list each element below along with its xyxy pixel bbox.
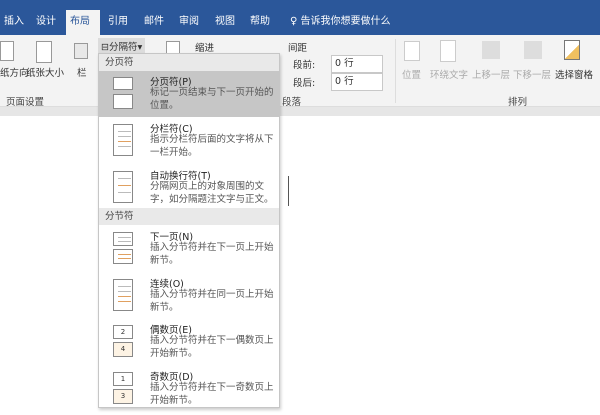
spacing-before-input[interactable]: 0 行 — [331, 55, 383, 73]
menu-item-continuous[interactable]: 连续(O) 插入分节符并在同一页上开始新节。 — [99, 273, 279, 319]
selection-pane-button[interactable]: 选择窗格 — [555, 67, 593, 81]
lightbulb-icon: ♀ — [290, 16, 298, 27]
tab-review[interactable]: 审阅 — [175, 10, 203, 35]
menu-item-even-page[interactable]: 24 偶数页(E) 插入分节符并在下一偶数页上开始新节。 — [99, 319, 279, 365]
bring-forward-button[interactable]: 上移一层 — [472, 67, 510, 81]
odd-page-icon: 13 — [111, 372, 135, 404]
even-page-icon: 24 — [111, 325, 135, 357]
breaks-button[interactable]: ⊟分隔符▾ — [98, 38, 146, 54]
tab-references[interactable]: 引用 — [104, 10, 132, 35]
columns-button[interactable]: 栏 — [77, 65, 87, 79]
spacing-label: 间距 — [288, 43, 308, 54]
menu-item-odd-page[interactable]: 13 奇数页(D) 插入分节符并在下一奇数页上开始新节。 — [99, 366, 279, 412]
spacing-before-label: 段前: — [293, 60, 316, 71]
indent-label: 缩进 — [195, 43, 215, 54]
tab-mailings[interactable]: 邮件 — [140, 10, 168, 35]
bring-forward-icon — [482, 41, 500, 59]
wrap-text-button[interactable]: 环绕文字 — [430, 67, 468, 81]
wrap-text-icon — [440, 40, 456, 62]
continuous-icon — [111, 279, 135, 311]
position-icon — [404, 41, 420, 61]
tab-view[interactable]: 视图 — [211, 10, 239, 35]
spacing-after-input[interactable]: 0 行 — [331, 73, 383, 91]
page-break-icon — [111, 77, 135, 109]
selection-pane-icon — [564, 40, 580, 60]
orientation-button[interactable]: 纸方向 — [0, 65, 29, 79]
column-break-icon — [111, 124, 135, 156]
text-cursor — [288, 176, 289, 206]
spacing-after-label: 段后: — [293, 78, 316, 89]
menu-item-column-break[interactable]: 分栏符(C) 指示分栏符后面的文字将从下一栏开始。 — [99, 118, 279, 164]
position-button[interactable]: 位置 — [402, 67, 421, 81]
tab-design[interactable]: 设计 — [32, 10, 60, 35]
breaks-dropdown-menu: 分页符 分页符(P) 标记一页结束与下一页开始的位置。 分栏符(C) 指示分栏符… — [98, 53, 280, 408]
text-wrapping-break-icon — [111, 171, 135, 203]
page-setup-group-label: 页面设置 — [6, 97, 45, 108]
tab-insert[interactable]: 插入 — [0, 10, 28, 35]
send-backward-icon — [524, 41, 542, 59]
paragraph-group-label: 段落 — [282, 97, 302, 108]
arrange-group-label: 排列 — [508, 97, 528, 108]
columns-icon — [74, 43, 88, 59]
divider — [395, 39, 396, 103]
send-backward-button[interactable]: 下移一层 — [513, 67, 551, 81]
menu-item-text-wrapping-break[interactable]: 自动换行符(T) 分隔网页上的对象周围的文字，如分隔题注文字与正文。 — [99, 165, 279, 211]
menu-item-page-break[interactable]: 分页符(P) 标记一页结束与下一页开始的位置。 — [99, 71, 279, 117]
tab-help[interactable]: 帮助 — [246, 10, 274, 35]
orientation-icon — [0, 41, 14, 61]
tab-layout[interactable]: 布局 — [66, 10, 100, 35]
section-breaks-header: 分节符 — [99, 208, 279, 225]
next-page-icon — [111, 232, 135, 264]
ribbon: 纸方向 纸张大小 栏 ⊟分隔符▾ 页面设置 缩进 间距 段前: 0 行 段后: … — [0, 35, 600, 108]
tell-me-box[interactable]: ♀ 告诉我你想要做什么 — [286, 10, 395, 35]
ribbon-tab-bar: 插入 设计 布局 引用 邮件 审阅 视图 帮助 ♀ 告诉我你想要做什么 — [0, 0, 600, 35]
menu-item-next-page[interactable]: 下一页(N) 插入分节符并在下一页上开始新节。 — [99, 226, 279, 272]
ruler-strip — [0, 107, 600, 116]
page-size-icon — [36, 41, 52, 63]
size-button[interactable]: 纸张大小 — [26, 65, 64, 79]
page-breaks-header: 分页符 — [99, 54, 279, 71]
breaks-icon: ⊟ — [101, 42, 109, 53]
